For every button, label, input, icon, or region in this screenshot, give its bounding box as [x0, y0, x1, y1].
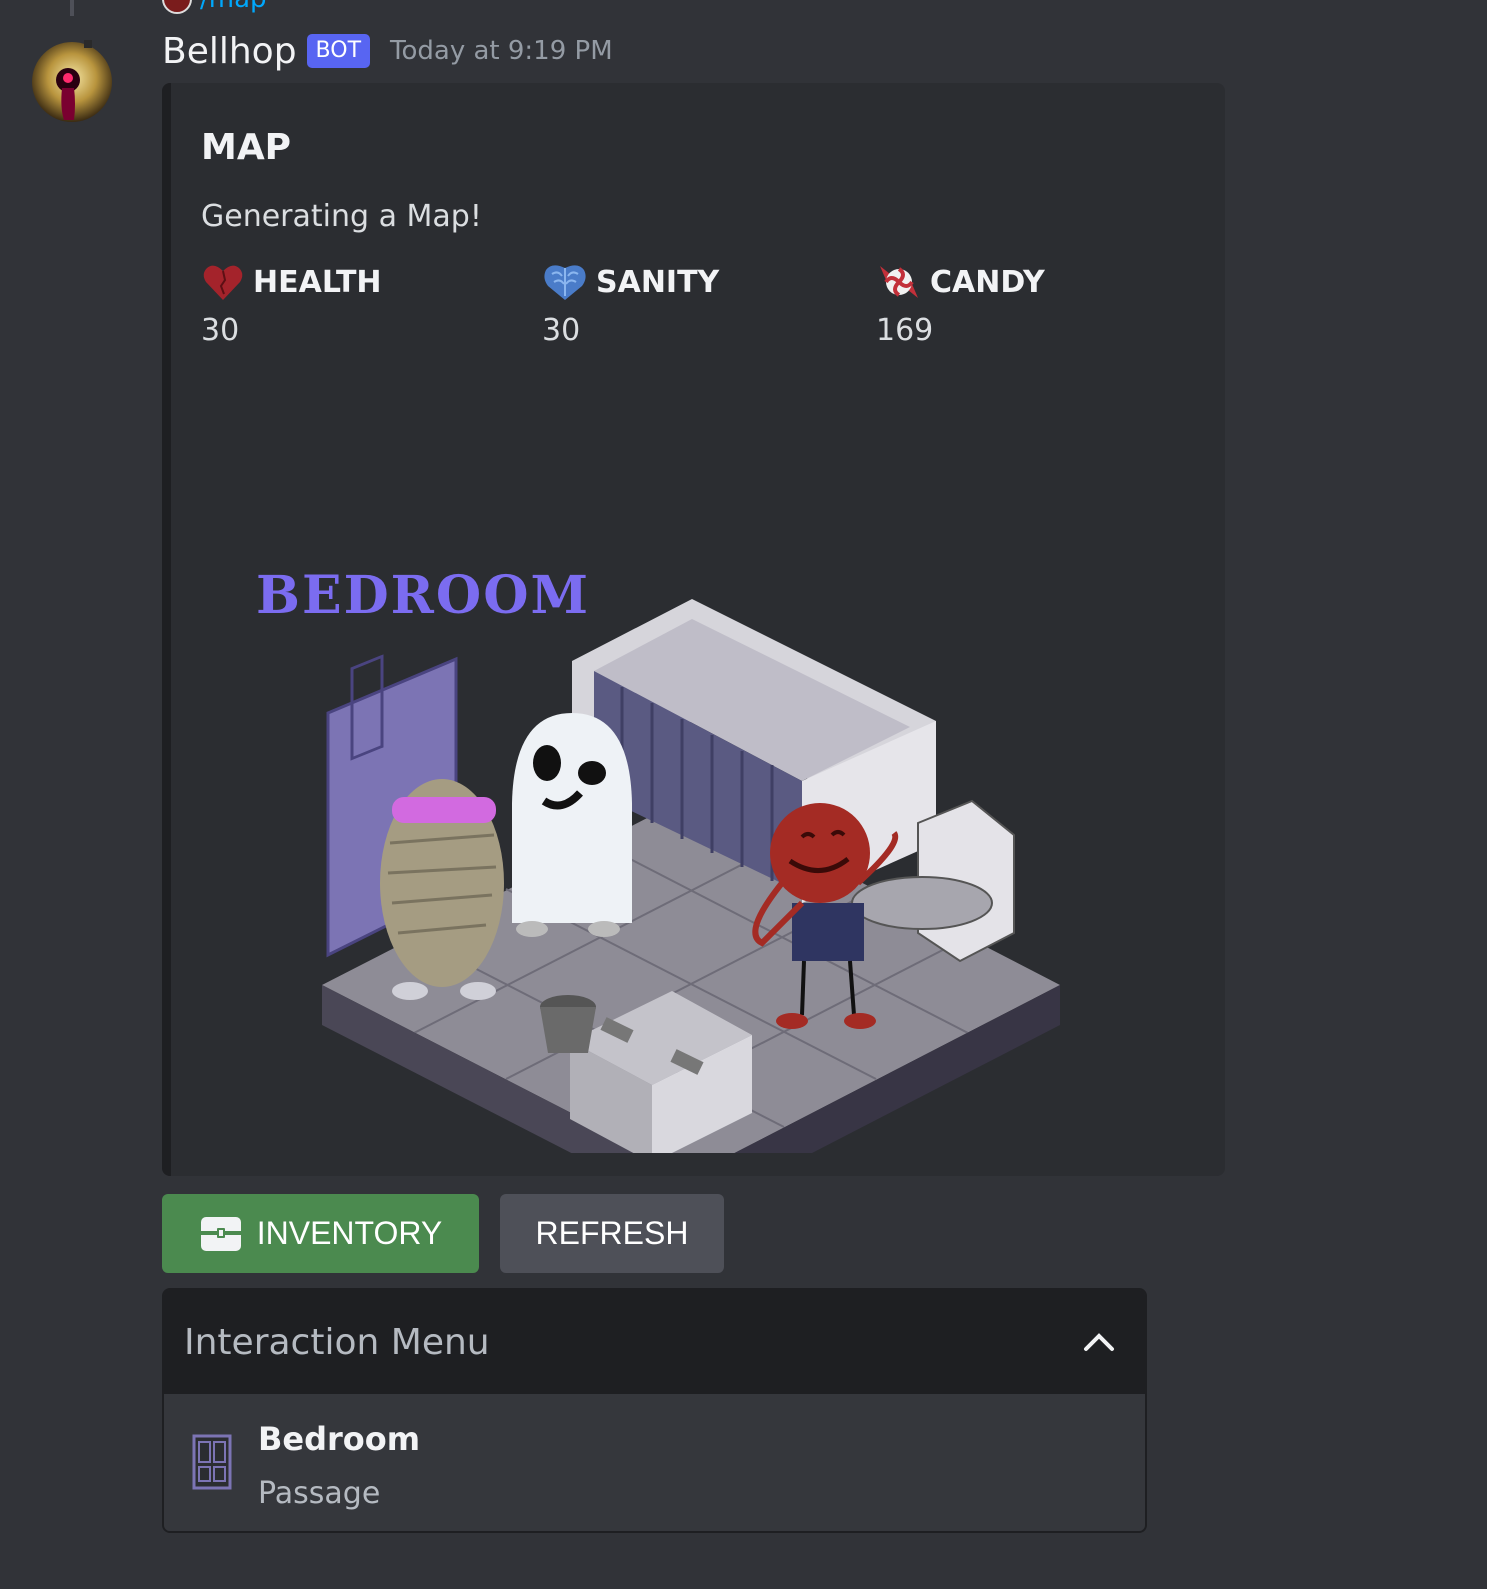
reply-command[interactable]: /map: [200, 0, 267, 14]
embed-description: Generating a Map!: [201, 199, 482, 234]
select-option-bedroom[interactable]: Bedroom Passage: [164, 1394, 1145, 1531]
refresh-button-label: REFRESH: [535, 1215, 689, 1251]
username[interactable]: Bellhop: [162, 31, 297, 72]
field-sanity: SANITY 30: [542, 259, 720, 349]
embed-accent-bar: [162, 83, 171, 1176]
field-value: 169: [876, 313, 934, 348]
door-icon: [192, 1434, 232, 1490]
map-image[interactable]: BEDROOM: [242, 463, 1162, 1153]
embed: MAP Generating a Map! HEALTH 30 SANITY 3…: [162, 83, 1225, 1176]
inventory-button[interactable]: INVENTORY: [162, 1194, 479, 1273]
field-candy: CANDY 169: [876, 259, 1045, 349]
select-menu-placeholder: Interaction Menu: [184, 1321, 490, 1363]
refresh-button[interactable]: REFRESH: [500, 1194, 724, 1273]
brain-icon: [544, 265, 586, 300]
avatar[interactable]: [30, 38, 114, 122]
field-health: HEALTH 30: [201, 259, 382, 349]
reply-context[interactable]: /map: [162, 0, 267, 14]
field-value: 30: [201, 313, 240, 348]
message-header: Bellhop BOT Today at 9:19 PM: [162, 26, 613, 76]
field-name: SANITY: [596, 264, 720, 300]
interaction-select-menu[interactable]: Interaction Menu Bedroom Passage: [162, 1288, 1147, 1533]
timestamp[interactable]: Today at 9:19 PM: [390, 36, 613, 66]
field-value: 30: [542, 313, 581, 348]
option-description: Passage: [258, 1476, 381, 1511]
candy-icon: [880, 266, 918, 298]
field-name: CANDY: [930, 264, 1045, 300]
select-menu-header[interactable]: Interaction Menu: [164, 1290, 1145, 1394]
map-room-title: BEDROOM: [256, 565, 590, 626]
bot-tag: BOT: [306, 34, 371, 68]
reply-avatar[interactable]: [162, 0, 192, 14]
option-label: Bedroom: [258, 1420, 421, 1458]
heart-icon: [203, 265, 243, 300]
chevron-up-icon[interactable]: [1083, 1331, 1115, 1353]
embed-title: MAP: [201, 127, 292, 168]
inventory-button-label: INVENTORY: [256, 1215, 443, 1251]
field-name: HEALTH: [253, 264, 382, 300]
reply-connector-line: [70, 0, 74, 16]
chest-icon: [200, 1216, 241, 1251]
